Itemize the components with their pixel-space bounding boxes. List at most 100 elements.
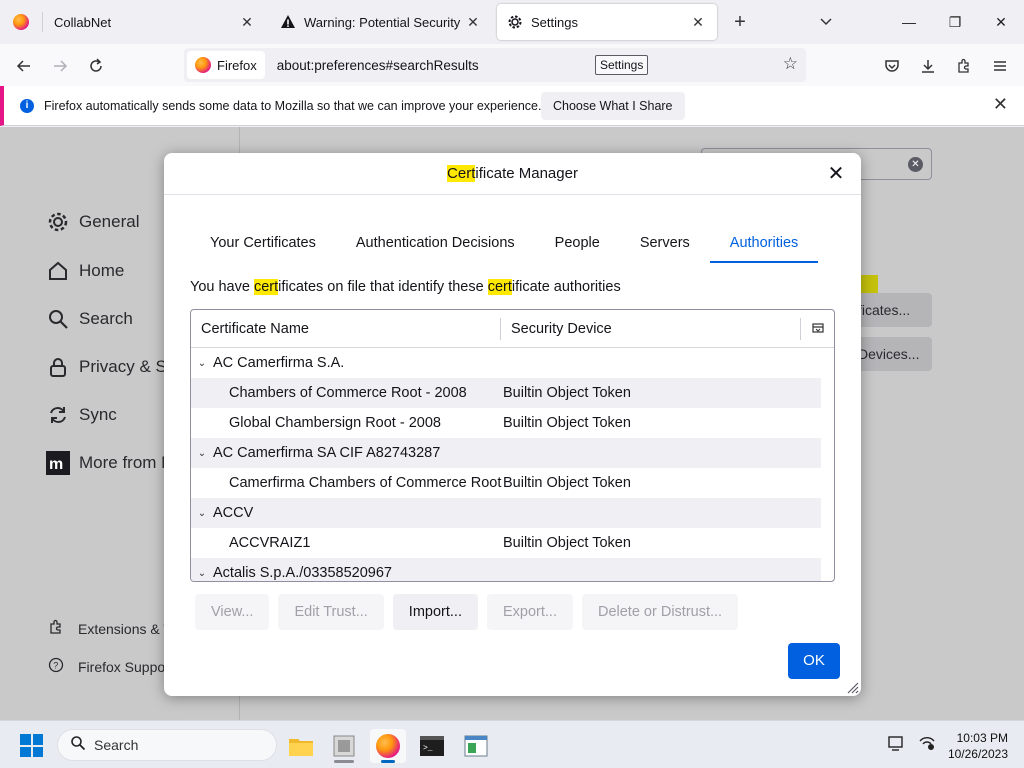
back-button[interactable]: [10, 52, 38, 80]
network-icon[interactable]: [918, 737, 936, 755]
notification-center-icon[interactable]: [888, 736, 910, 755]
resize-grip-icon[interactable]: [845, 680, 859, 694]
extensions-button[interactable]: [950, 52, 978, 80]
certificate-name: Chambers of Commerce Root - 2008: [229, 385, 467, 401]
file-explorer-icon[interactable]: [283, 729, 319, 763]
certificate-name: Camerfirma Chambers of Commerce Root: [229, 475, 502, 491]
ok-button[interactable]: OK: [788, 643, 840, 679]
sidebar-link-extensions[interactable]: Extensions & T: [48, 619, 172, 638]
app-menu-button[interactable]: [986, 52, 1014, 80]
dialog-close-button[interactable]: ✕: [823, 161, 849, 187]
view-button[interactable]: View...: [195, 594, 270, 630]
tab-people[interactable]: People: [535, 225, 620, 263]
tree-group-row[interactable]: ⌄ ACCV: [191, 498, 821, 528]
edit-trust-button[interactable]: Edit Trust...: [278, 594, 384, 630]
downloads-button[interactable]: [914, 52, 942, 80]
certificate-manager-dialog: Certificate Manager ✕ Your Certificates …: [164, 153, 861, 696]
url-text[interactable]: about:preferences#searchResults: [277, 58, 479, 73]
export-button[interactable]: Export...: [486, 594, 573, 630]
notification-bar: i Firefox automatically sends some data …: [0, 86, 1024, 126]
tab-separator: [42, 12, 43, 32]
running-indicator: [334, 760, 354, 763]
delete-or-distrust-button[interactable]: Delete or Distrust...: [581, 594, 739, 630]
tab-servers[interactable]: Servers: [620, 225, 710, 263]
warning-icon: [280, 14, 298, 30]
minimize-button[interactable]: —: [886, 10, 932, 34]
app-icon[interactable]: [326, 729, 362, 763]
url-bar[interactable]: Firefox about:preferences#searchResults …: [184, 48, 806, 82]
maximize-button[interactable]: ❐: [932, 10, 978, 34]
sidebar-item-label: More from M: [79, 453, 176, 472]
lock-icon: [46, 355, 70, 379]
sidebar-link-support[interactable]: ? Firefox Suppor: [48, 657, 170, 676]
choose-what-i-share-button[interactable]: Choose What I Share: [541, 92, 685, 120]
download-icon: [922, 60, 934, 73]
certificate-tree[interactable]: Certificate Name Security Device ⌄ AC Ca…: [190, 309, 835, 582]
reload-button[interactable]: [82, 52, 110, 80]
taskbar-search[interactable]: Search: [57, 729, 277, 761]
clock-time: 10:03 PM: [956, 731, 1008, 745]
import-button[interactable]: Import...: [392, 594, 478, 630]
forward-button[interactable]: [46, 52, 74, 80]
tree-row[interactable]: Chambers of Commerce Root - 2008 Builtin…: [191, 378, 821, 408]
column-certificate-name[interactable]: Certificate Name: [191, 317, 501, 340]
terminal-icon[interactable]: >_: [414, 729, 450, 763]
tree-row[interactable]: Global Chambersign Root - 2008 Builtin O…: [191, 408, 821, 438]
clear-search-icon[interactable]: ✕: [908, 157, 923, 172]
chevron-down-icon[interactable]: ⌄: [191, 508, 213, 519]
list-all-tabs-button[interactable]: [814, 10, 838, 34]
gear-icon: [507, 14, 525, 30]
close-icon[interactable]: ✕: [993, 94, 1008, 115]
mozilla-icon: m: [46, 451, 70, 475]
tab-authorities[interactable]: Authorities: [709, 225, 819, 263]
sidebar-link-label: Firefox Suppor: [78, 658, 170, 675]
app-window-icon[interactable]: [458, 729, 494, 763]
column-security-device[interactable]: Security Device: [501, 317, 801, 340]
sidebar-item-privacy[interactable]: Privacy & Se: [46, 355, 176, 379]
pocket-button[interactable]: [878, 52, 906, 80]
tree-row[interactable]: ACCVRAIZ1 Builtin Object Token: [191, 528, 821, 558]
close-tab-icon[interactable]: ✕: [689, 14, 707, 31]
tree-group-row[interactable]: ⌄ AC Camerfirma SA CIF A82743287: [191, 438, 821, 468]
sidebar-item-more-from-mozilla[interactable]: m More from M: [46, 451, 175, 475]
firefox-taskbar-icon[interactable]: [370, 729, 406, 763]
security-devices-button[interactable]: Devices...: [850, 337, 932, 371]
security-device: Builtin Object Token: [503, 535, 631, 551]
new-tab-button[interactable]: +: [728, 10, 752, 34]
sidebar-item-label: Home: [79, 261, 125, 280]
column-picker-icon[interactable]: [812, 322, 824, 337]
bookmark-star-icon[interactable]: ☆: [783, 54, 798, 74]
sidebar-item-label: Sync: [79, 405, 117, 424]
sidebar-item-home[interactable]: Home: [46, 259, 124, 283]
tree-group-row[interactable]: ⌄ AC Camerfirma S.A.: [191, 348, 821, 378]
tree-header: Certificate Name Security Device: [191, 310, 834, 348]
chevron-down-icon[interactable]: ⌄: [191, 568, 213, 579]
tab-your-certificates[interactable]: Your Certificates: [190, 225, 336, 263]
tab-collabnet[interactable]: CollabNet ✕: [44, 4, 266, 40]
identity-box[interactable]: Firefox: [187, 51, 265, 79]
close-tab-icon[interactable]: ✕: [238, 14, 256, 31]
chevron-down-icon: [820, 18, 832, 26]
chevron-down-icon[interactable]: ⌄: [191, 448, 213, 459]
taskbar-search-label: Search: [94, 737, 139, 753]
clock[interactable]: 10:03 PM 10/26/2023: [948, 730, 1008, 762]
firefox-view-button[interactable]: [0, 0, 42, 44]
sidebar-item-search[interactable]: Search: [46, 307, 133, 331]
identity-label: Firefox: [217, 57, 257, 73]
tab-authentication-decisions[interactable]: Authentication Decisions: [336, 225, 535, 263]
close-window-button[interactable]: ✕: [978, 10, 1024, 34]
chevron-down-icon[interactable]: ⌄: [191, 358, 213, 369]
nav-bar: Firefox about:preferences#searchResults …: [0, 44, 1024, 86]
view-certificates-button[interactable]: ficates...: [850, 293, 932, 327]
sidebar-item-general[interactable]: General: [46, 210, 139, 234]
tree-row[interactable]: Camerfirma Chambers of Commerce Root Bui…: [191, 468, 821, 498]
windows-start-icon[interactable]: [20, 734, 43, 757]
tab-settings[interactable]: Settings ✕: [497, 4, 717, 40]
sidebar-item-label: General: [79, 212, 140, 231]
tab-security-warning[interactable]: Warning: Potential Security Risk ✕: [270, 4, 492, 40]
tree-group-row[interactable]: ⌄ Actalis S.p.A./03358520967: [191, 558, 821, 581]
sidebar-item-sync[interactable]: Sync: [46, 403, 117, 427]
hamburger-menu-icon: [994, 61, 1006, 71]
title-text: ificate Manager: [475, 165, 578, 182]
close-tab-icon[interactable]: ✕: [464, 14, 482, 31]
